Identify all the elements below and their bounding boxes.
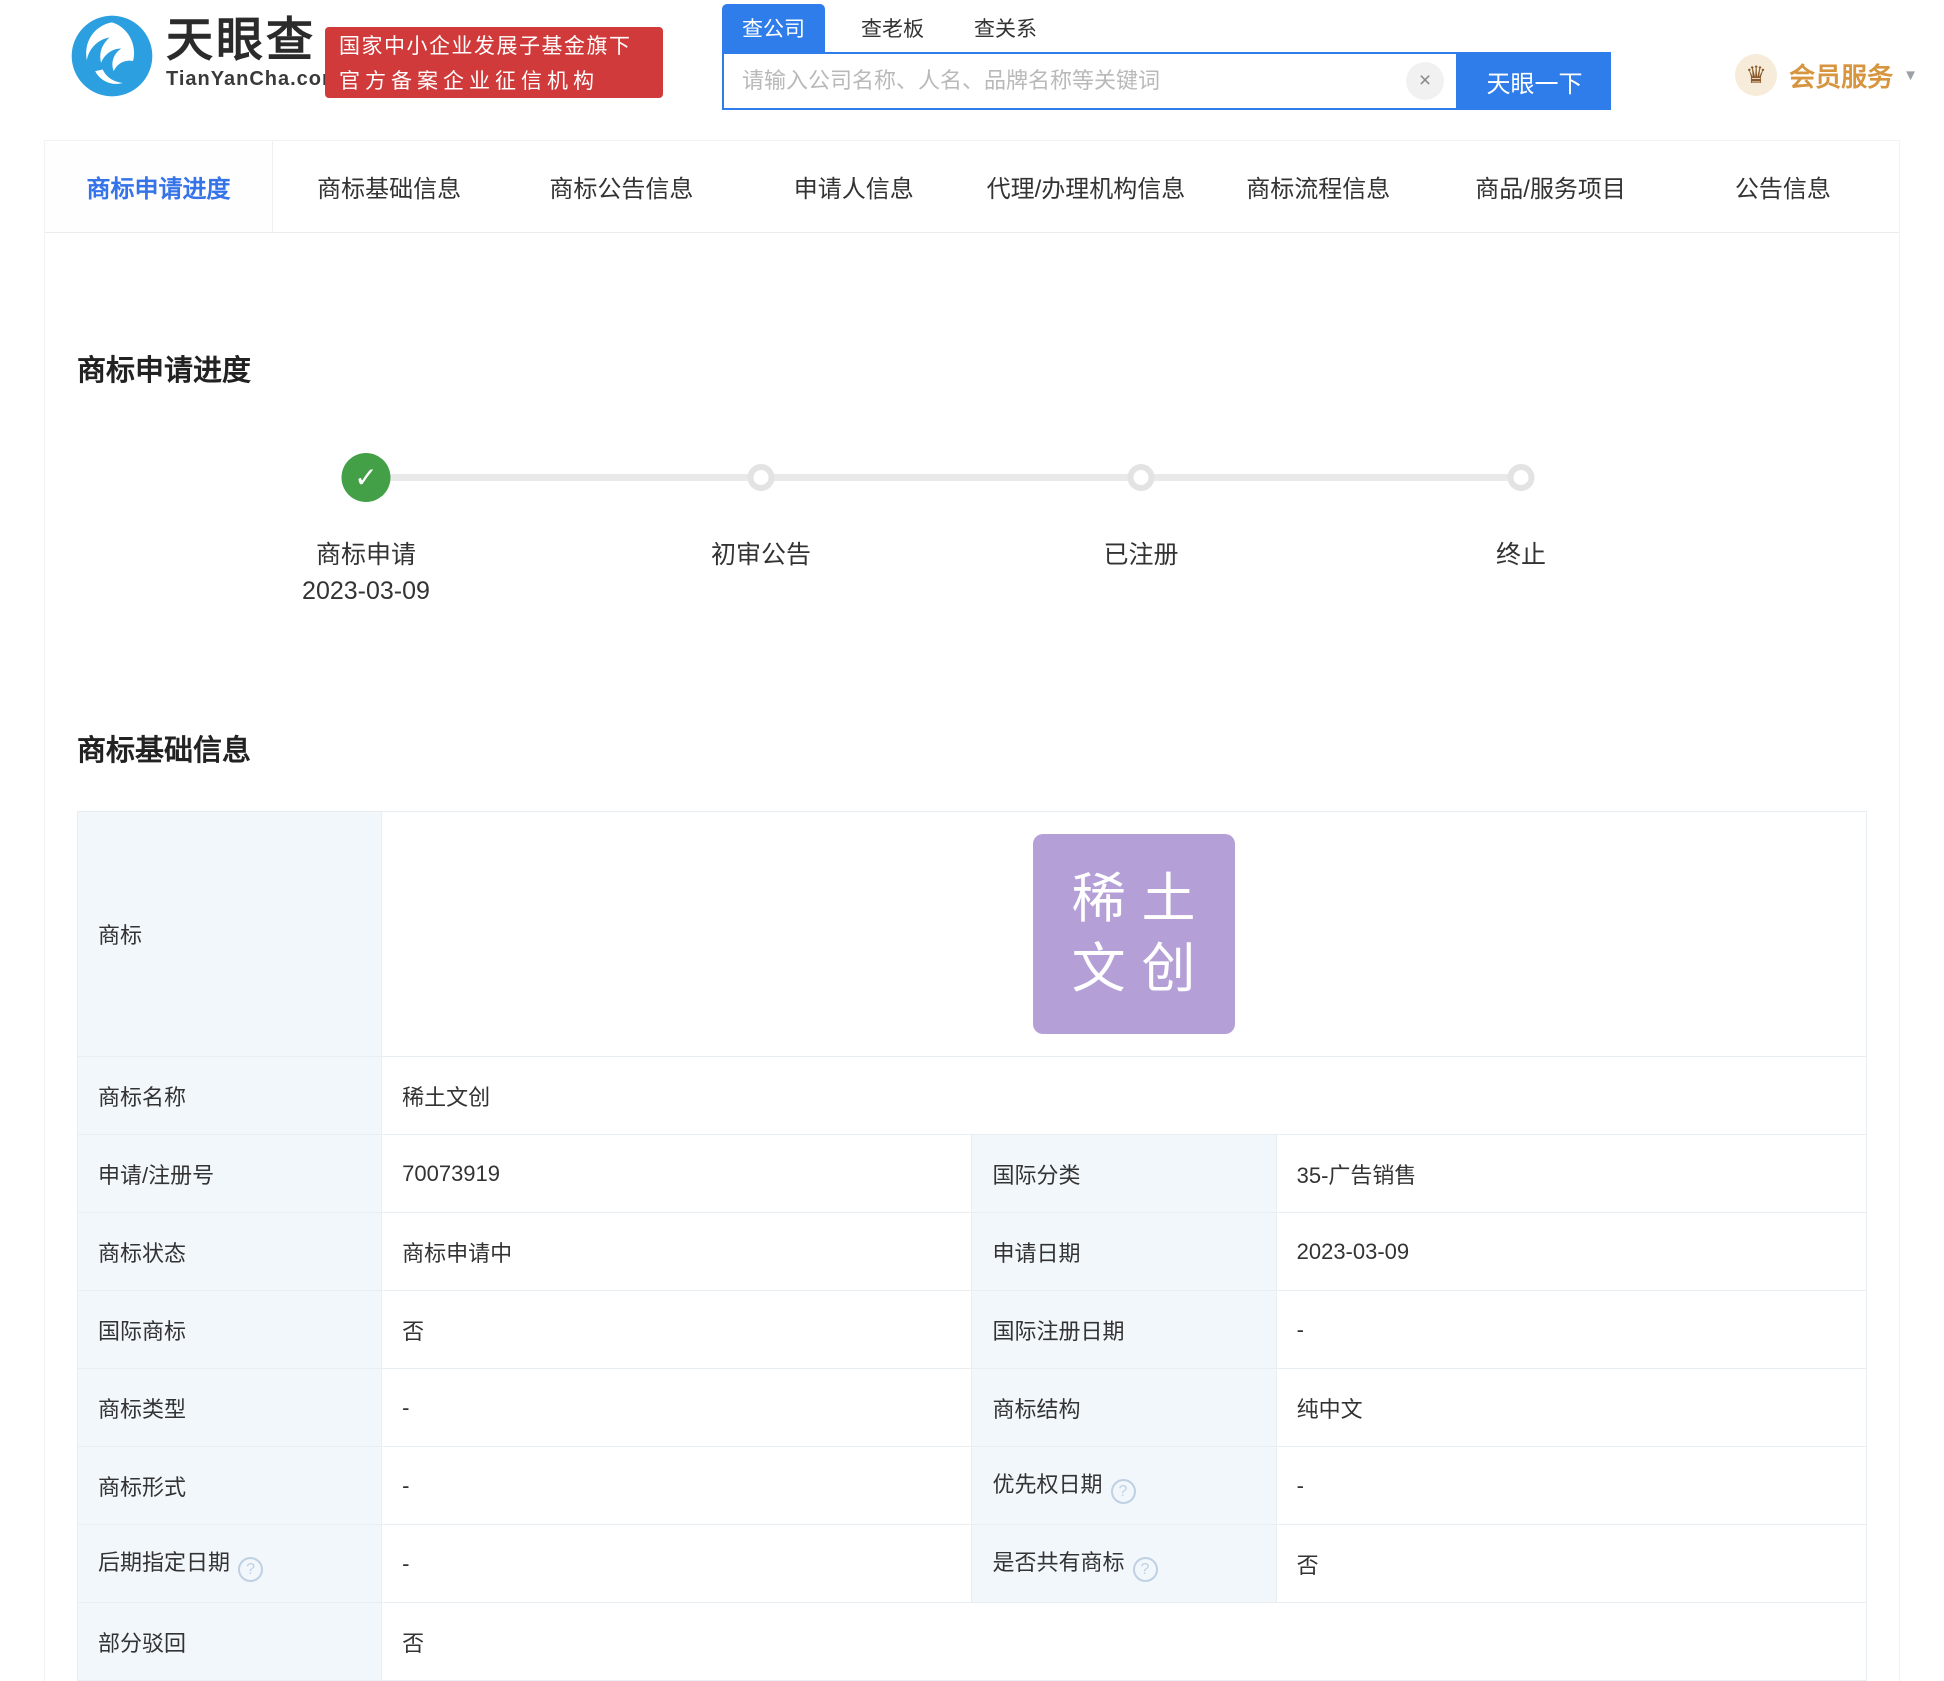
row-value: 否 [382, 1291, 972, 1369]
table-row: 商标状态 商标申请中 申请日期 2023-03-09 [78, 1213, 1867, 1291]
row-value: 35-广告销售 [1276, 1135, 1866, 1213]
tab-agency-info[interactable]: 代理/办理机构信息 [970, 141, 1202, 232]
table-row: 部分驳回 否 [78, 1603, 1867, 1681]
row-value: 70073919 [382, 1135, 972, 1213]
table-row: 商标 稀土 文创 [78, 812, 1867, 1057]
trademark-image[interactable]: 稀土 文创 [1033, 834, 1235, 1034]
tab-basic-info[interactable]: 商标基础信息 [273, 141, 505, 232]
step-pending-dot [748, 464, 775, 491]
step-label-registered: 已注册 [1103, 535, 1178, 571]
help-icon[interactable]: ? [1111, 1479, 1136, 1504]
table-row: 后期指定日期? - 是否共有商标? 否 [78, 1525, 1867, 1603]
step-done-check-icon: ✓ [342, 453, 391, 502]
row-label-text: 后期指定日期 [98, 1550, 230, 1575]
help-icon[interactable]: ? [1133, 1557, 1158, 1582]
search-tab-boss[interactable]: 查老板 [847, 4, 938, 52]
row-value: - [382, 1369, 972, 1447]
row-label: 国际分类 [972, 1135, 1276, 1213]
search-input-wrap: × [722, 52, 1458, 110]
row-label: 申请/注册号 [78, 1135, 382, 1213]
row-label-text: 是否共有商标 [992, 1550, 1124, 1575]
row-value: - [1276, 1291, 1866, 1369]
step-date-application: 2023-03-09 [302, 577, 430, 606]
row-label: 是否共有商标? [972, 1525, 1276, 1603]
row-value: 稀土文创 [382, 1057, 1867, 1135]
row-label: 国际商标 [78, 1291, 382, 1369]
row-label: 部分驳回 [78, 1603, 382, 1681]
step-label-terminated: 终止 [1496, 535, 1546, 571]
trademark-image-line2: 文创 [1072, 934, 1212, 1004]
row-label: 商标类型 [78, 1369, 382, 1447]
chevron-down-icon: ▼ [1903, 67, 1918, 84]
gov-certification-badge: 国家中小企业发展子基金旗下 官方备案企业征信机构 [325, 27, 663, 98]
tab-announcement-info[interactable]: 公告信息 [1667, 141, 1899, 232]
member-services-menu[interactable]: ♛ 会员服务 ▼ [1735, 54, 1918, 96]
row-value: 商标申请中 [382, 1213, 972, 1291]
row-label: 申请日期 [972, 1213, 1276, 1291]
row-value: 2023-03-09 [1276, 1213, 1866, 1291]
brand-domain: TianYanCha.com [166, 68, 341, 91]
trademark-image-cell: 稀土 文创 [382, 812, 1867, 1057]
search-input[interactable] [724, 67, 1406, 95]
search-button[interactable]: 天眼一下 [1458, 52, 1611, 110]
row-value: - [382, 1525, 972, 1603]
row-label: 商标状态 [78, 1213, 382, 1291]
application-progress-stepper: ✓ 商标申请 2023-03-09 初审公告 已注册 终止 [77, 433, 1867, 641]
trademark-image-line1: 稀土 [1072, 864, 1212, 934]
row-value: 纯中文 [1276, 1369, 1866, 1447]
search-tabs: 查公司 查老板 查关系 [722, 6, 1611, 52]
gov-badge-line2: 官方备案企业征信机构 [339, 65, 649, 95]
gov-badge-line1: 国家中小企业发展子基金旗下 [339, 30, 649, 60]
tab-gazette-info[interactable]: 商标公告信息 [505, 141, 737, 232]
tab-goods-services[interactable]: 商品/服务项目 [1434, 141, 1666, 232]
table-row: 商标形式 - 优先权日期? - [78, 1447, 1867, 1525]
search-block: 查公司 查老板 查关系 × 天眼一下 [722, 6, 1611, 110]
row-value: 否 [382, 1603, 1867, 1681]
page-header: 天眼查 TianYanCha.com 国家中小企业发展子基金旗下 官方备案企业征… [0, 0, 1944, 140]
row-label: 商标形式 [78, 1447, 382, 1525]
trademark-detail-card: 商标申请进度 商标基础信息 商标公告信息 申请人信息 代理/办理机构信息 商标流… [44, 140, 1900, 1681]
logo-swirl-icon [70, 14, 154, 98]
step-label-application: 商标申请 [316, 535, 416, 571]
row-label: 国际注册日期 [972, 1291, 1276, 1369]
brand-title: 天眼查 [166, 14, 341, 66]
basic-info-section-title: 商标基础信息 [77, 641, 1867, 769]
tab-process-info[interactable]: 商标流程信息 [1202, 141, 1434, 232]
step-pending-dot [1128, 464, 1155, 491]
row-label: 后期指定日期? [78, 1525, 382, 1603]
row-label: 优先权日期? [972, 1447, 1276, 1525]
basic-info-table: 商标 稀土 文创 商标名称 稀土文创 申请/注册号 70073919 国际分类 … [77, 811, 1867, 1681]
progress-section-title: 商标申请进度 [77, 233, 1867, 389]
clear-search-icon[interactable]: × [1406, 62, 1444, 100]
stepper-track [366, 474, 1521, 481]
row-value: 否 [1276, 1525, 1866, 1603]
table-row: 申请/注册号 70073919 国际分类 35-广告销售 [78, 1135, 1867, 1213]
member-services-label: 会员服务 [1789, 57, 1893, 94]
search-tab-company[interactable]: 查公司 [722, 4, 825, 52]
row-label-trademark: 商标 [78, 812, 382, 1057]
search-tab-relation[interactable]: 查关系 [960, 4, 1051, 52]
table-row: 商标名称 稀土文创 [78, 1057, 1867, 1135]
row-label-text: 优先权日期 [992, 1472, 1102, 1497]
crown-icon: ♛ [1735, 54, 1777, 96]
tab-application-progress[interactable]: 商标申请进度 [45, 141, 273, 232]
table-row: 国际商标 否 国际注册日期 - [78, 1291, 1867, 1369]
row-value: - [1276, 1447, 1866, 1525]
step-label-preliminary-gazette: 初审公告 [711, 535, 811, 571]
row-label: 商标名称 [78, 1057, 382, 1135]
table-row: 商标类型 - 商标结构 纯中文 [78, 1369, 1867, 1447]
tab-applicant-info[interactable]: 申请人信息 [738, 141, 970, 232]
tianyancha-logo[interactable]: 天眼查 TianYanCha.com [70, 14, 341, 98]
step-pending-dot [1508, 464, 1535, 491]
row-value: - [382, 1447, 972, 1525]
section-nav-bar: 商标申请进度 商标基础信息 商标公告信息 申请人信息 代理/办理机构信息 商标流… [45, 141, 1899, 233]
help-icon[interactable]: ? [238, 1557, 263, 1582]
row-label: 商标结构 [972, 1369, 1276, 1447]
